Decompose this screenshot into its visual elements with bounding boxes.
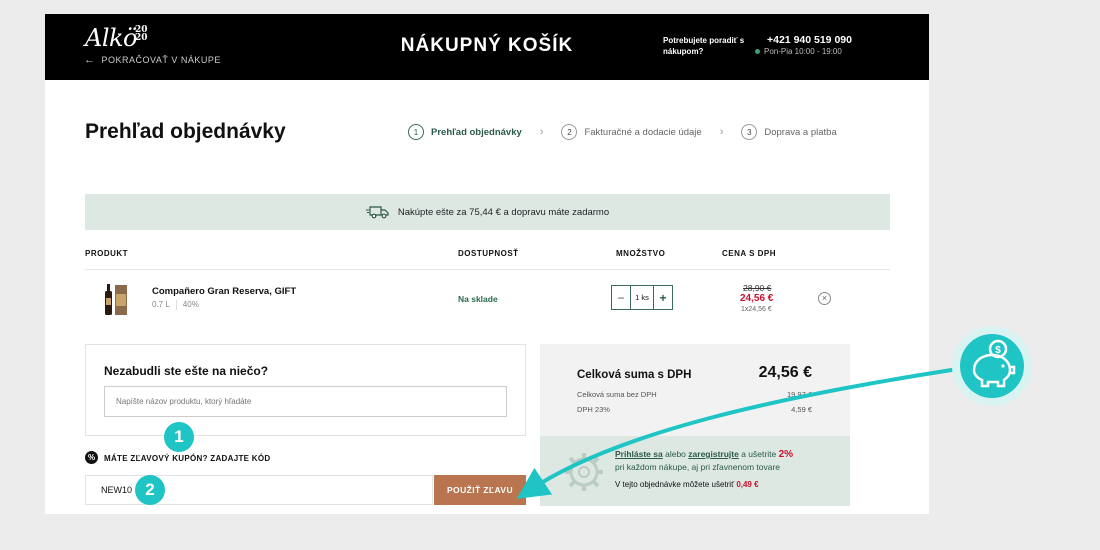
gear-icon — [565, 453, 603, 491]
page-title: Prehľad objednávky — [85, 120, 286, 143]
promo-order-save-value: 0,49 € — [736, 480, 759, 489]
unit-price: 1x24,56 € — [741, 306, 772, 313]
promo-line2: pri každom nákupe, aj pri zľavnenom tova… — [615, 462, 781, 472]
chevron-right-icon: › — [719, 126, 724, 138]
hours-label: Pon-Pia 10:00 - 19:00 — [764, 47, 842, 56]
divider — [175, 300, 177, 310]
remove-item-button[interactable]: × — [818, 292, 831, 305]
step-badge-2: 2 — [135, 475, 165, 505]
close-icon: × — [821, 293, 828, 303]
free-shipping-banner: Nakúpte ešte za 75,44 € a dopravu máte z… — [85, 194, 890, 230]
sale-price: 24,56 € — [740, 293, 774, 304]
availability-status: Na sklade — [458, 294, 498, 304]
step-overview[interactable]: 1 Prehľad objednávky — [408, 124, 522, 140]
increase-quantity-button[interactable]: + — [654, 286, 672, 309]
piggy-bank-icon: $ — [960, 334, 1024, 398]
step-shipping[interactable]: 3 Doprava a platba — [741, 124, 837, 140]
divider — [85, 269, 890, 270]
order-summary: Celková suma s DPH 24,56 € Celková suma … — [540, 344, 850, 436]
forgot-something-box: Nezabudli ste ešte na niečo? Napíšte náz… — [85, 344, 526, 436]
register-link[interactable]: zaregistrujte — [688, 449, 739, 459]
vat-value: 4,59 € — [791, 405, 812, 414]
quantity-input[interactable]: 1 ks — [630, 286, 654, 309]
header-product: PRODUKT — [85, 249, 129, 258]
promo-save-text: a ušetrite — [741, 449, 777, 459]
decrease-quantity-button[interactable]: − — [612, 286, 630, 309]
product-image[interactable] — [103, 282, 129, 316]
header-price: CENA S DPH — [722, 249, 777, 258]
checkout-steps: 1 Prehľad objednávky › 2 Fakturačné a do… — [408, 124, 837, 140]
delivery-truck-icon — [365, 206, 389, 219]
total-value: 24,56 € — [758, 364, 812, 381]
vat-label: DPH 23% — [577, 405, 610, 414]
step-number: 2 — [561, 124, 578, 140]
apply-discount-button[interactable]: POUŽIŤ ZĽAVU — [434, 475, 526, 505]
login-link[interactable]: Prihláste sa — [615, 449, 663, 459]
step-number: 1 — [408, 124, 424, 140]
net-value: 19,97 € — [786, 390, 812, 399]
step-billing[interactable]: 2 Fakturačné a dodacie údaje — [561, 124, 702, 140]
original-price: 28,90 € — [743, 283, 772, 293]
step-label: Doprava a platba — [764, 126, 837, 138]
header-availability: DOSTUPNOSŤ — [458, 249, 519, 258]
free-shipping-text: Nakúpte ešte za 75,44 € a dopravu máte z… — [397, 206, 610, 218]
total-label: Celková suma s DPH — [577, 369, 692, 381]
promo-percent: 2% — [778, 449, 794, 460]
opening-hours: Pon-Pia 10:00 - 19:00 — [755, 47, 842, 56]
percent-icon: % — [85, 451, 98, 464]
savings-badge: $ — [952, 326, 1032, 406]
phone-link[interactable]: +421 940 519 090 — [767, 34, 852, 46]
quantity-stepper: − 1 ks + — [611, 285, 673, 310]
help-text: Potrebujete poradiť s nákupom? — [663, 36, 745, 56]
forgot-title: Nezabudli ste ešte na niečo? — [104, 364, 269, 378]
promo-order-save-label: V tejto objednávke môžete ušetriť — [615, 480, 735, 489]
promo-or: alebo — [665, 449, 686, 459]
header: Alkö 20 20 ← POKRAČOVAŤ V NÁKUPE NÁKUPNÝ … — [45, 14, 929, 80]
net-label: Celková suma bez DPH — [577, 390, 657, 399]
online-status-icon — [755, 49, 760, 54]
step-label: Fakturačné a dodacie údaje — [584, 126, 702, 138]
step-number: 3 — [741, 124, 758, 140]
header-quantity: MNOŽSTVO — [616, 249, 666, 258]
step-badge-1: 1 — [164, 422, 194, 452]
product-name[interactable]: Compañero Gran Reserva, GIFT — [152, 286, 296, 297]
promo-order-save: V tejto objednávke môžete ušetriť 0,49 € — [615, 480, 759, 489]
coupon-label: MÁTE ZĽAVOVÝ KUPÓN? ZADAJTE KÓD — [104, 454, 271, 463]
product-volume: 0.7 L — [152, 300, 170, 309]
svg-text:$: $ — [995, 345, 1001, 356]
loyalty-promo: Prihláste sa alebo zaregistrujte a ušetr… — [540, 436, 850, 506]
promo-text: Prihláste sa alebo zaregistrujte a ušetr… — [615, 448, 840, 474]
chevron-right-icon: › — [539, 126, 544, 138]
product-abv: 40% — [182, 300, 199, 309]
product-meta: 0.7 L 40% — [152, 300, 199, 310]
product-search-input[interactable]: Napíšte názov produktu, ktorý hľadáte — [104, 386, 507, 417]
step-label: Prehľad objednávky — [431, 126, 522, 138]
